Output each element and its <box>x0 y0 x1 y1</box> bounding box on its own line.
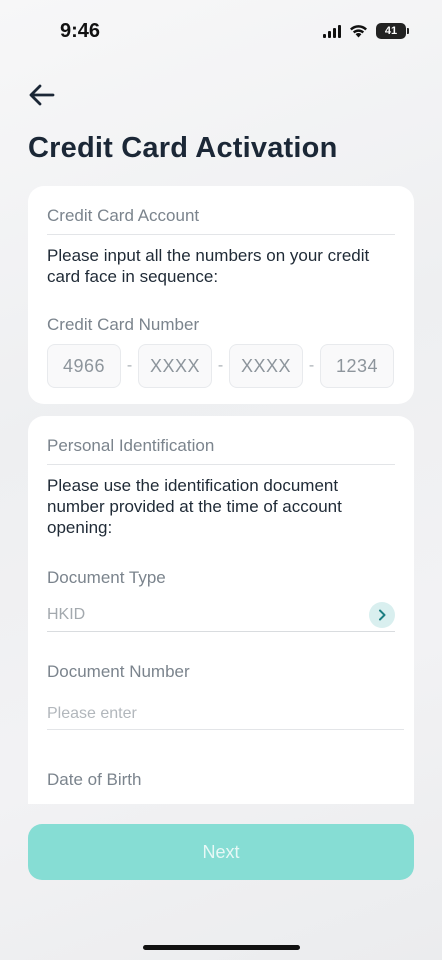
home-indicator <box>143 945 300 950</box>
credit-card-instruction: Please input all the numbers on your cre… <box>47 246 370 286</box>
personal-identification-card: Personal Identification Please use the i… <box>28 416 414 804</box>
chevron-right-icon <box>369 601 395 628</box>
battery-level: 41 <box>384 25 398 37</box>
card-number-separator: - <box>126 357 133 374</box>
card-number-segment-2[interactable]: XXXX <box>138 344 212 388</box>
wifi-icon <box>350 25 367 38</box>
card-number-segment-4[interactable]: 1234 <box>320 344 394 388</box>
document-number-label: Document Number <box>47 662 190 681</box>
credit-card-number-group: 4966 - XXXX - XXXX - 1234 <box>47 344 395 388</box>
card-number-separator: - <box>217 357 224 374</box>
credit-card-account-card: Credit Card Account Please input all the… <box>28 186 414 404</box>
status-icons: 41 <box>323 23 409 39</box>
date-of-birth-label: Date of Birth <box>47 770 142 789</box>
card-number-segment-1[interactable]: 4966 <box>47 344 121 388</box>
document-type-value: HKID <box>47 605 86 623</box>
document-type-select[interactable]: HKID <box>47 598 395 632</box>
next-button[interactable]: Next <box>28 824 414 880</box>
arrow-left-icon <box>29 84 55 106</box>
document-number-input[interactable] <box>47 698 404 730</box>
credit-card-number-label: Credit Card Number <box>47 315 200 334</box>
cellular-signal-icon <box>323 24 341 38</box>
personal-identification-header: Personal Identification <box>47 416 395 465</box>
page-title: Credit Card Activation <box>28 132 338 164</box>
identification-instruction: Please use the identification document n… <box>47 476 342 537</box>
card-number-segment-3[interactable]: XXXX <box>229 344 303 388</box>
credit-card-account-header: Credit Card Account <box>47 186 395 235</box>
back-button[interactable] <box>24 78 58 112</box>
card-number-separator: - <box>308 357 315 374</box>
status-bar: 9:46 41 <box>0 0 442 62</box>
status-time: 9:46 <box>60 20 101 42</box>
document-type-label: Document Type <box>47 568 166 587</box>
battery-icon: 41 <box>376 23 409 39</box>
